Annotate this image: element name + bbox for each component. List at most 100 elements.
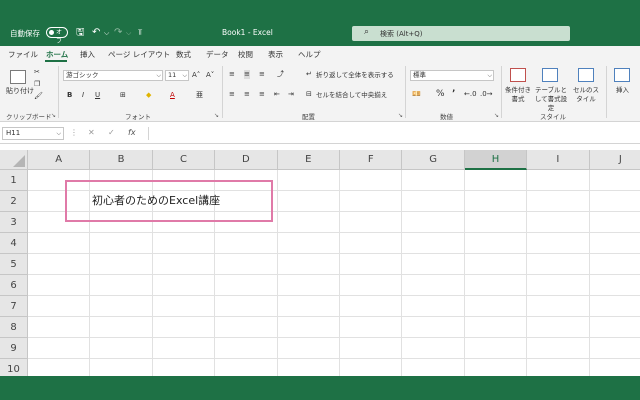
cell-i8[interactable] [527,317,590,338]
wrap-text-label[interactable]: 折り返して全体を表示する [316,71,394,80]
cell-h5[interactable] [464,254,528,275]
format-painter-icon[interactable]: 🖌 [34,92,43,101]
cell-j10[interactable] [590,359,640,376]
phonetic-icon[interactable]: 亜 [196,91,203,100]
enter-icon[interactable]: ✓ [108,128,115,137]
increase-decimal-icon[interactable]: ←.0 [464,90,477,99]
cell-d7[interactable] [215,296,278,317]
column-header-h[interactable]: H [464,150,528,170]
cell-g5[interactable] [402,254,465,275]
cell-h10[interactable] [465,359,528,376]
row-header-8[interactable]: 8 [0,317,28,338]
align-center-icon[interactable]: ≡ [244,90,250,99]
cell-b2-text[interactable]: 初心者のためのExcel講座 [92,193,220,209]
decrease-indent-icon[interactable]: ⇤ [274,90,280,99]
cell-b6[interactable] [90,275,153,296]
increase-indent-icon[interactable]: ⇥ [288,90,294,99]
cell-g10[interactable] [402,359,465,376]
italic-button[interactable]: I [82,91,84,100]
accounting-format-icon[interactable]: 💴 [412,90,421,99]
underline-button[interactable]: U [95,91,100,100]
cell-e5[interactable] [277,254,340,275]
cell-c7[interactable] [152,296,216,317]
paste-button-label[interactable]: 貼り付け [6,87,34,96]
cell-g8[interactable] [402,317,465,338]
cell-h7[interactable] [464,296,528,317]
cell-c4[interactable] [152,233,216,254]
font-shrink-icon[interactable]: A˅ [206,71,214,80]
tab-formulas[interactable]: 数式 [176,49,191,60]
row-header-1[interactable]: 1 [0,170,28,191]
column-header-b[interactable]: B [90,150,153,170]
border-icon[interactable]: ⊞ [120,91,126,100]
cell-b10[interactable] [90,359,153,376]
decrease-decimal-icon[interactable]: .0→ [480,90,493,99]
column-header-f[interactable]: F [340,150,403,170]
conditional-format-icon[interactable] [510,68,526,82]
cell-h4[interactable] [464,233,528,254]
column-header-a[interactable]: A [28,150,91,170]
cell-e6[interactable] [277,275,340,296]
row-header-3[interactable]: 3 [0,212,28,233]
undo-dropdown-icon[interactable]: ⌵ [104,27,109,39]
insert-function-button[interactable]: fx [128,128,136,137]
column-header-g[interactable]: G [402,150,465,170]
cell-a9[interactable] [28,338,91,359]
cell-a5[interactable] [28,254,91,275]
cell-styles-label[interactable]: セルのスタイル [572,86,600,104]
cell-b8[interactable] [90,317,153,338]
cell-i10[interactable] [527,359,590,376]
redo-dropdown-icon[interactable]: ⌵ [126,27,131,39]
cancel-icon[interactable]: ✕ [88,128,95,137]
cell-c6[interactable] [152,275,216,296]
format-as-table-label[interactable]: テーブルとして書式設定 [532,86,570,113]
copy-icon[interactable]: ❐ [34,80,40,89]
cell-c10[interactable] [153,359,216,376]
cell-f1[interactable] [340,170,403,191]
cell-f9[interactable] [340,338,403,359]
cell-d10[interactable] [215,359,278,376]
cell-e1[interactable] [277,170,340,191]
cell-d4[interactable] [215,233,278,254]
cell-e7[interactable] [277,296,340,317]
redo-icon[interactable]: ↷ [114,27,122,39]
cell-g3[interactable] [402,212,465,233]
cell-i7[interactable] [527,296,590,317]
comma-icon[interactable]: ’ [452,90,455,99]
save-icon[interactable]: 🖫 [76,27,85,39]
cell-h1[interactable] [464,170,528,191]
cell-g4[interactable] [402,233,465,254]
cell-g1[interactable] [402,170,465,191]
row-header-5[interactable]: 5 [0,254,28,275]
number-format-select[interactable]: 標準 ⌵ [410,70,494,81]
font-size-select[interactable]: 11 ⌵ [165,70,189,81]
row-header-6[interactable]: 6 [0,275,28,296]
cell-g2[interactable] [402,191,465,212]
cell-b5[interactable] [90,254,153,275]
cell-f7[interactable] [340,296,403,317]
cell-d6[interactable] [215,275,278,296]
tab-data[interactable]: データ [206,49,229,60]
cell-e9[interactable] [277,338,340,359]
cell-e10[interactable] [278,359,340,376]
formula-input[interactable] [148,127,638,140]
font-name-select[interactable]: 游ゴシック ⌵ [63,70,163,81]
cell-j4[interactable] [589,233,640,254]
tab-help[interactable]: ヘルプ [298,49,321,60]
font-color-icon[interactable]: A [170,91,175,100]
tab-file[interactable]: ファイル [8,49,38,60]
font-launcher-icon[interactable]: ↘ [214,112,219,119]
tab-home[interactable]: ホーム [46,49,68,60]
customize-toolbar-icon[interactable]: ⫪ [138,27,143,39]
cut-icon[interactable]: ✂ [34,68,40,77]
cell-a8[interactable] [28,317,91,338]
conditional-format-label[interactable]: 条件付き書式 [505,86,531,104]
cell-b4[interactable] [90,233,153,254]
cell-j9[interactable] [589,338,640,359]
cell-g6[interactable] [402,275,465,296]
column-header-j[interactable]: J [589,150,640,170]
cell-f4[interactable] [340,233,403,254]
cell-c5[interactable] [152,254,216,275]
cell-styles-icon[interactable] [578,68,594,82]
align-left-icon[interactable]: ≡ [229,90,235,99]
